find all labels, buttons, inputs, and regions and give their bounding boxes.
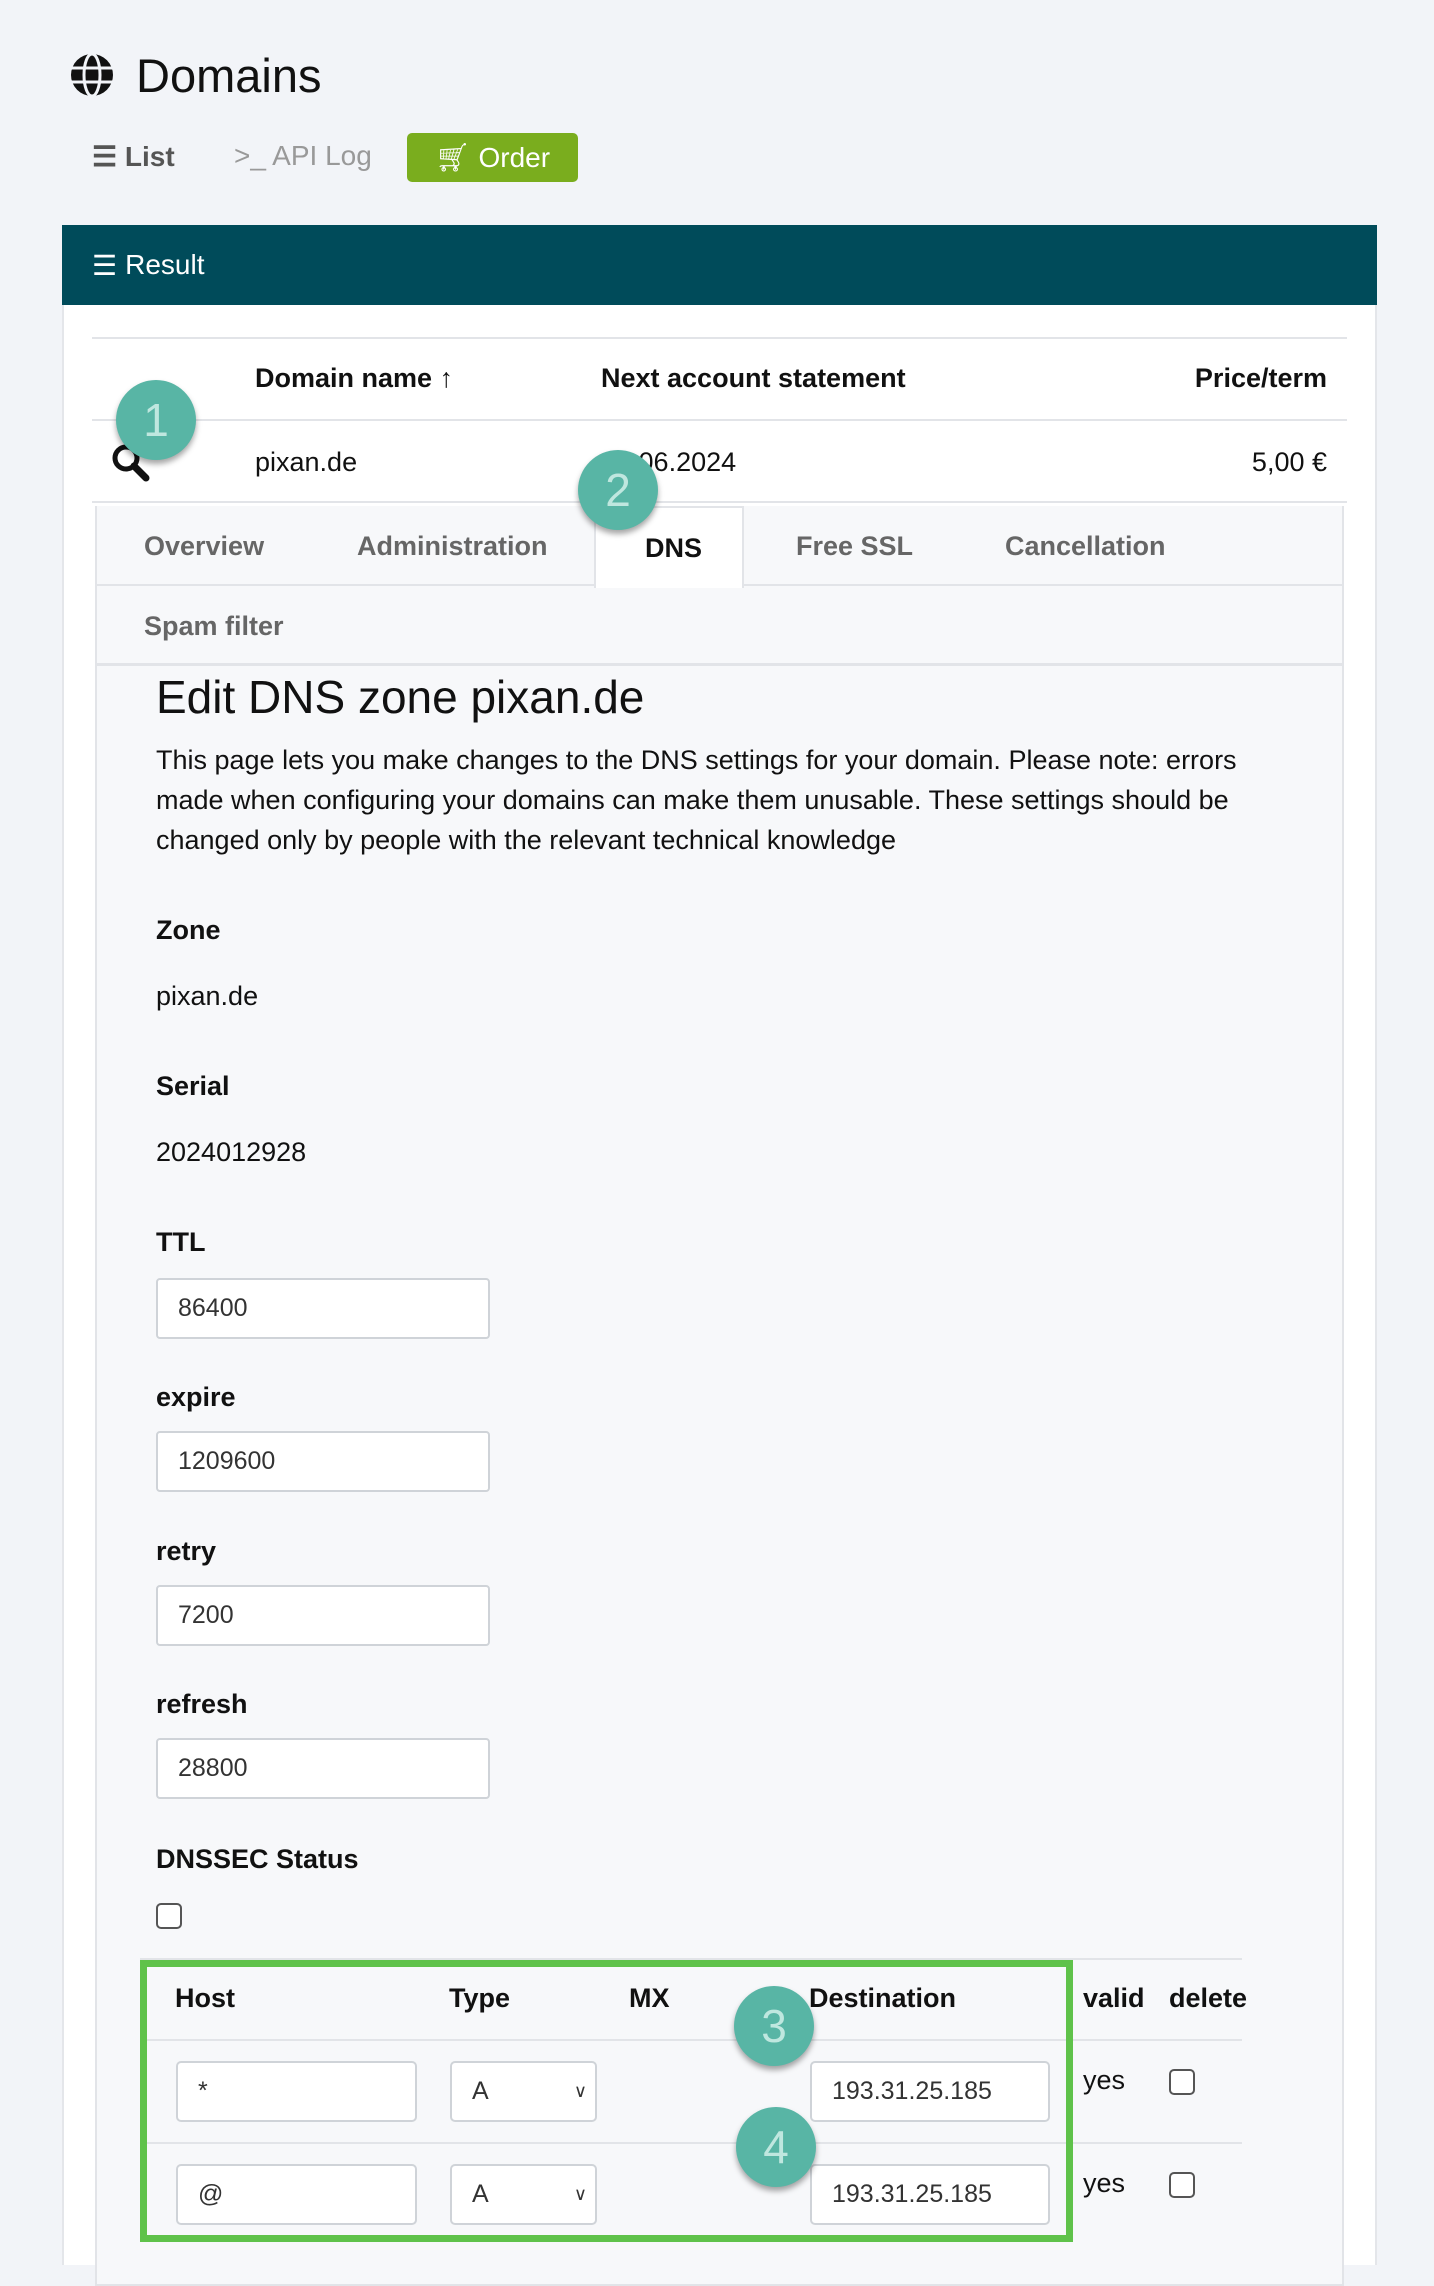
dnssec-checkbox[interactable] — [156, 1903, 182, 1929]
tab-dns[interactable]: DNS — [645, 533, 702, 564]
price: 5,00 € — [1251, 447, 1327, 477]
column-domain-name[interactable]: Domain name ↑ — [255, 363, 453, 394]
dnssec-label: DNSSEC Status — [156, 1844, 359, 1874]
domain-name[interactable]: pixan.de — [255, 447, 357, 478]
terminal-icon: >_ — [234, 140, 266, 171]
result-header: ☰ Result — [62, 225, 1377, 305]
globe-icon — [71, 52, 113, 98]
nav-list[interactable]: ☰ List — [92, 140, 175, 173]
record-delete-checkbox[interactable] — [1169, 2172, 1195, 2198]
ttl-label: TTL — [156, 1227, 206, 1257]
retry-input[interactable]: 7200 — [156, 1585, 490, 1646]
column-price[interactable]: Price/term — [1195, 363, 1327, 394]
tab-overview[interactable]: Overview — [144, 531, 264, 562]
step-badge: 4 — [736, 2107, 816, 2187]
zone-value: pixan.de — [156, 981, 259, 1011]
list-icon: ☰ — [92, 141, 118, 172]
dns-heading: Edit DNS zone pixan.de — [156, 671, 645, 723]
page-title: Domains — [136, 49, 322, 102]
refresh-input[interactable]: 28800 — [156, 1738, 490, 1799]
step-badge: 3 — [734, 1986, 814, 2066]
refresh-label: refresh — [156, 1689, 248, 1719]
nav-api-log[interactable]: >_ API Log — [234, 140, 372, 172]
record-valid: yes — [1083, 2168, 1126, 2198]
record-valid: yes — [1083, 2065, 1126, 2095]
zone-label: Zone — [156, 915, 221, 945]
serial-label: Serial — [156, 1071, 230, 1101]
arrow-up-icon: ↑ — [439, 363, 454, 393]
highlight-box — [140, 1960, 1073, 2242]
column-next-statement[interactable]: Next account statement — [601, 363, 906, 394]
order-button[interactable]: 🛒︎ Order — [407, 133, 578, 182]
col-delete: delete — [1169, 1983, 1248, 2013]
expire-label: expire — [156, 1382, 236, 1412]
serial-value: 2024012928 — [156, 1137, 307, 1167]
dns-description: This page lets you make changes to the D… — [156, 745, 1237, 855]
expire-input[interactable]: 1209600 — [156, 1431, 490, 1492]
step-badge: 2 — [578, 450, 658, 530]
list-icon: ☰ — [92, 249, 118, 281]
record-delete-checkbox[interactable] — [1169, 2069, 1195, 2095]
step-badge: 1 — [116, 380, 196, 460]
tab-cancellation[interactable]: Cancellation — [1005, 531, 1166, 562]
tab-free-ssl[interactable]: Free SSL — [796, 531, 913, 562]
ttl-input[interactable]: 86400 — [156, 1278, 490, 1339]
cart-icon: 🛒︎ — [434, 142, 471, 173]
tab-administration[interactable]: Administration — [357, 531, 548, 562]
tab-spam-filter[interactable]: Spam filter — [144, 611, 284, 642]
retry-label: retry — [156, 1536, 217, 1566]
col-valid: valid — [1083, 1983, 1145, 2013]
